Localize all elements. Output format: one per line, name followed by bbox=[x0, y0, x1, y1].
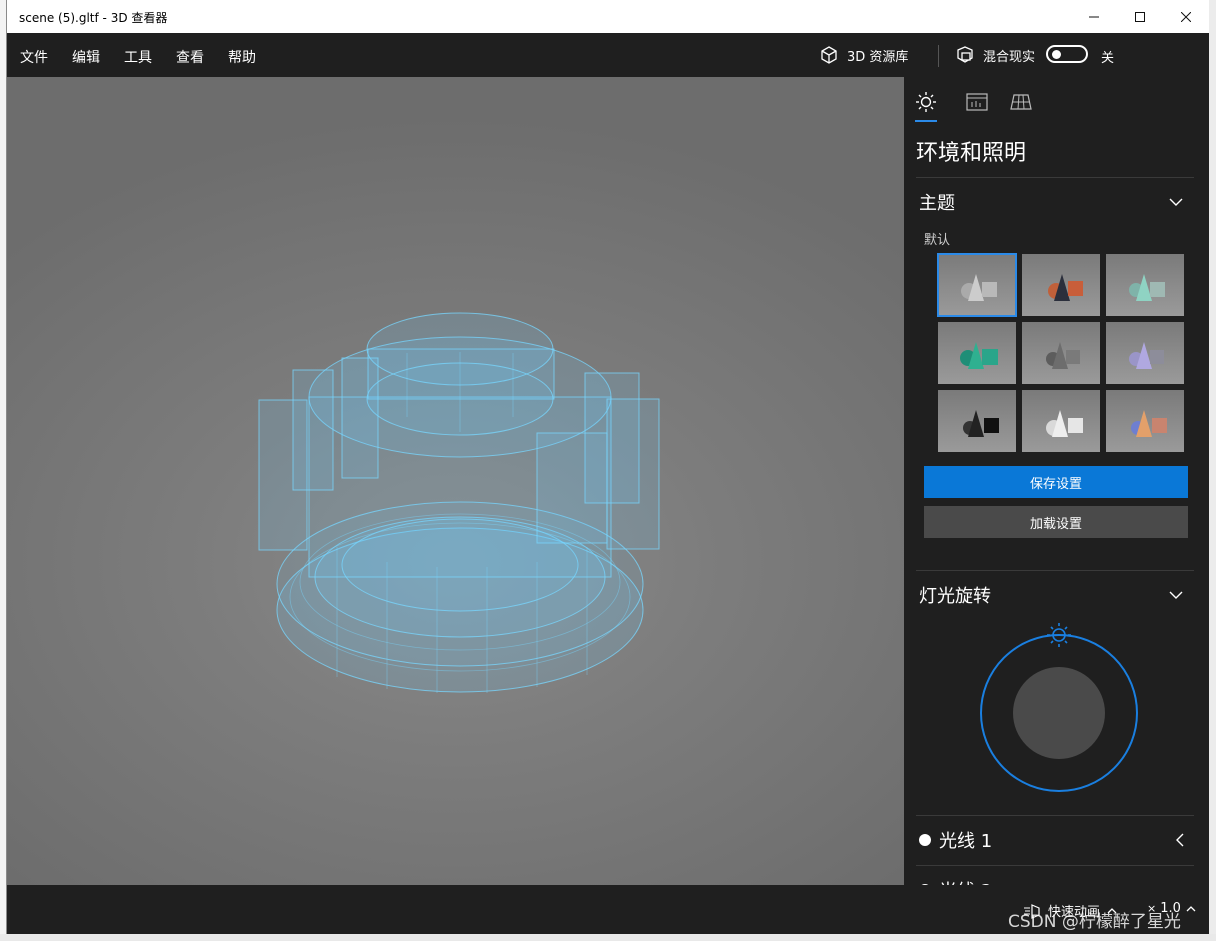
theme-thumbnail-4[interactable] bbox=[938, 322, 1016, 384]
chevron-left-icon[interactable] bbox=[1174, 832, 1186, 848]
theme-section-header[interactable]: 主题 bbox=[919, 189, 955, 215]
light-2-row[interactable]: 光线 2 bbox=[919, 877, 992, 885]
light-1-row[interactable]: 光线 1 bbox=[919, 827, 992, 853]
watermark-text: CSDN @柠檬醉了星光 bbox=[1008, 912, 1181, 932]
menu-tools[interactable]: 工具 bbox=[124, 47, 152, 67]
minimize-button[interactable] bbox=[1071, 0, 1117, 33]
load-settings-button[interactable]: 加载设置 bbox=[924, 506, 1188, 538]
mixed-reality-toggle[interactable] bbox=[1046, 45, 1088, 63]
panel-title: 环境和照明 bbox=[916, 141, 1027, 166]
tab-environment[interactable] bbox=[915, 91, 937, 113]
menu-view[interactable]: 查看 bbox=[176, 47, 204, 67]
mixed-reality-label: 混合现实 bbox=[983, 49, 1036, 65]
active-tab-indicator bbox=[915, 120, 937, 122]
toggle-knob bbox=[1052, 50, 1061, 59]
environment-panel: 环境和照明 主题 默认 保存设置 加载设置 灯光旋转 光线 1 bbox=[904, 77, 1209, 885]
theme-thumbnail-7[interactable] bbox=[938, 390, 1016, 452]
light-2-label: 光线 2 bbox=[939, 877, 992, 885]
chevron-down-icon[interactable] bbox=[1168, 587, 1184, 603]
cube-icon bbox=[821, 46, 837, 64]
stats-icon bbox=[966, 93, 988, 111]
toggle-state-label: 关 bbox=[1101, 51, 1115, 66]
mixed-reality-button[interactable]: 混合现实 bbox=[955, 44, 1035, 66]
3d-viewport[interactable] bbox=[7, 77, 904, 885]
taskbar-edge bbox=[0, 934, 1216, 941]
close-icon bbox=[1181, 11, 1191, 22]
divider bbox=[916, 177, 1194, 178]
theme-thumbnail-2[interactable] bbox=[1022, 254, 1100, 316]
menu-bar: 文件 编辑 工具 查看 帮助 3D 资源库 混合现实 关 bbox=[7, 33, 1209, 77]
title-bar: scene (5).gltf - 3D 查看器 bbox=[7, 0, 1209, 33]
sun-icon bbox=[916, 92, 936, 112]
theme-thumbnail-5[interactable] bbox=[1022, 322, 1100, 384]
maximize-icon bbox=[1135, 11, 1145, 22]
app-window: scene (5).gltf - 3D 查看器 文件 编辑 工具 查看 帮助 3… bbox=[7, 0, 1209, 934]
menu-file[interactable]: 文件 bbox=[20, 47, 48, 67]
theme-thumbnail-3[interactable] bbox=[1106, 254, 1184, 316]
divider bbox=[916, 570, 1194, 571]
light-1-label: 光线 1 bbox=[939, 831, 993, 852]
light-rotation-header[interactable]: 灯光旋转 bbox=[919, 582, 991, 608]
library-label: 3D 资源库 bbox=[847, 49, 909, 65]
chevron-up-icon bbox=[1186, 905, 1196, 911]
menu-help[interactable]: 帮助 bbox=[228, 47, 256, 67]
theme-thumbnail-9[interactable] bbox=[1106, 390, 1184, 452]
menu-edit[interactable]: 编辑 bbox=[72, 47, 100, 67]
light-rotation-dial[interactable] bbox=[971, 620, 1147, 796]
tab-grid[interactable] bbox=[1010, 91, 1032, 113]
theme-thumbnail-6[interactable] bbox=[1106, 322, 1184, 384]
light-color-dot bbox=[919, 834, 931, 846]
wireframe-model bbox=[258, 312, 660, 693]
3d-library-button[interactable]: 3D 资源库 bbox=[819, 44, 908, 66]
theme-thumbnail-default[interactable] bbox=[937, 253, 1017, 317]
window-title: scene (5).gltf - 3D 查看器 bbox=[19, 11, 168, 25]
close-button[interactable] bbox=[1163, 0, 1209, 33]
toolbar-divider bbox=[938, 45, 939, 67]
theme-selected-label: 默认 bbox=[924, 233, 951, 248]
grid-icon bbox=[1010, 94, 1032, 110]
minimize-icon bbox=[1089, 16, 1099, 17]
mixed-reality-icon bbox=[957, 46, 973, 63]
background-window-edge bbox=[1209, 0, 1216, 941]
divider bbox=[916, 815, 1194, 816]
maximize-button[interactable] bbox=[1117, 0, 1163, 33]
save-settings-button[interactable]: 保存设置 bbox=[924, 466, 1188, 498]
divider bbox=[916, 865, 1194, 866]
tab-stats[interactable] bbox=[966, 91, 988, 113]
chevron-down-icon[interactable] bbox=[1168, 194, 1184, 210]
theme-thumbnail-8[interactable] bbox=[1022, 390, 1100, 452]
